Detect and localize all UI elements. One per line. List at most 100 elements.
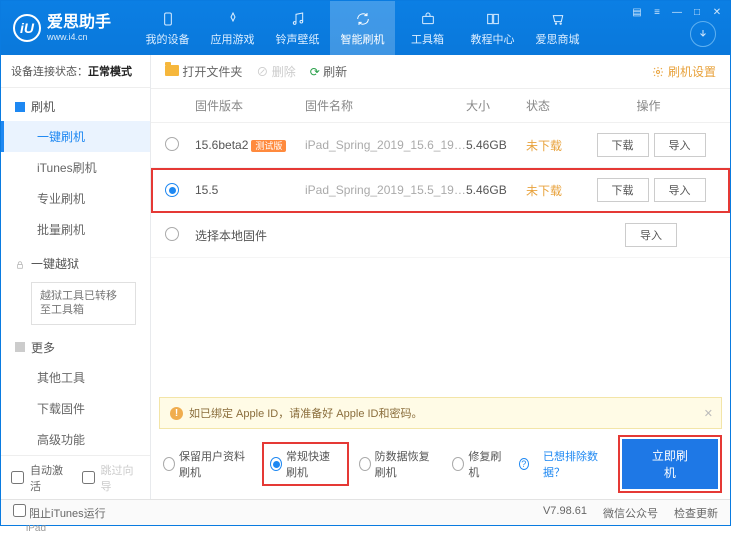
nav-tutorials[interactable]: 教程中心 bbox=[460, 1, 525, 55]
beta-tag: 测试版 bbox=[251, 140, 286, 152]
music-icon bbox=[289, 10, 307, 28]
win-close-icon[interactable]: ✕ bbox=[710, 5, 724, 19]
logo-icon: iU bbox=[13, 14, 41, 42]
open-folder-button[interactable]: 打开文件夹 bbox=[165, 63, 242, 80]
opt-repair[interactable]: 修复刷机 bbox=[452, 448, 504, 480]
local-firmware-label: 选择本地固件 bbox=[195, 227, 331, 244]
window-controls: ▤ ≡ — □ ✕ bbox=[630, 5, 724, 19]
import-button[interactable]: 导入 bbox=[654, 178, 706, 202]
row-radio[interactable] bbox=[165, 227, 179, 241]
win-minimize-icon[interactable]: — bbox=[670, 5, 684, 19]
gear-icon bbox=[652, 66, 664, 78]
download-button[interactable]: 下载 bbox=[597, 133, 649, 157]
nav-ringtones[interactable]: 铃声壁纸 bbox=[265, 1, 330, 55]
info-icon: ! bbox=[170, 407, 183, 420]
start-flash-button[interactable]: 立即刷机 bbox=[622, 439, 718, 489]
nav-flash[interactable]: 智能刷机 bbox=[330, 1, 395, 55]
nav-toolbox[interactable]: 工具箱 bbox=[395, 1, 460, 55]
sidebar-item-batch-flash[interactable]: 批量刷机 bbox=[1, 214, 150, 245]
firmware-name: iPad_Spring_2019_15.5_19F77_Restore.ipsw bbox=[305, 183, 466, 197]
import-button[interactable]: 导入 bbox=[654, 133, 706, 157]
apps-icon bbox=[224, 10, 242, 28]
status-bar: 阻止iTunes运行 V7.98.61 微信公众号 检查更新 bbox=[1, 499, 730, 525]
toolbar: 打开文件夹 ⊘ 删除 ⟳ 刷新 刷机设置 bbox=[151, 55, 730, 89]
radio-icon bbox=[163, 457, 175, 471]
sidebar-item-download-firmware[interactable]: 下载固件 bbox=[1, 393, 150, 424]
table-row-local[interactable]: 选择本地固件 导入 bbox=[151, 213, 730, 258]
row-radio[interactable] bbox=[165, 183, 179, 197]
wechat-link[interactable]: 微信公众号 bbox=[603, 505, 658, 521]
col-ops: 操作 bbox=[581, 97, 716, 114]
win-maximize-icon[interactable]: □ bbox=[690, 5, 704, 19]
table-row[interactable]: 15.6beta2测试版 iPad_Spring_2019_15.6_19G50… bbox=[151, 123, 730, 168]
toolbox-icon bbox=[419, 10, 437, 28]
close-icon[interactable]: ✕ bbox=[704, 407, 713, 420]
nav-my-device[interactable]: 我的设备 bbox=[135, 1, 200, 55]
col-version: 固件版本 bbox=[195, 97, 305, 114]
flash-settings-button[interactable]: 刷机设置 bbox=[652, 63, 716, 80]
exclude-data-link[interactable]: 已想排除数据？ bbox=[543, 448, 608, 480]
firmware-size: 5.46GB bbox=[466, 138, 526, 152]
nav-store[interactable]: 爱思商城 bbox=[525, 1, 590, 55]
skip-guide-checkbox[interactable] bbox=[82, 471, 95, 484]
radio-icon bbox=[452, 457, 464, 471]
auto-activate-checkbox[interactable] bbox=[11, 471, 24, 484]
book-icon bbox=[484, 10, 502, 28]
opt-normal-flash[interactable]: 常规快速刷机 bbox=[266, 446, 345, 482]
delete-button: ⊘ 删除 bbox=[256, 63, 295, 80]
block-itunes-checkbox[interactable] bbox=[13, 504, 26, 517]
win-menu-icon[interactable]: ▤ bbox=[630, 5, 644, 19]
sidebar: 设备连接状态：正常模式 刷机 一键刷机 iTunes刷机 专业刷机 批量刷机 一… bbox=[1, 55, 151, 499]
title-bar: iU 爱思助手 www.i4.cn 我的设备 应用游戏 铃声壁纸 智能刷机 工具… bbox=[1, 1, 730, 55]
sidebar-group-jailbreak: 一键越狱 bbox=[1, 249, 150, 278]
win-skin-icon[interactable]: ≡ bbox=[650, 5, 664, 19]
square-icon bbox=[15, 342, 25, 352]
firmware-status: 未下载 bbox=[526, 182, 581, 199]
lock-icon bbox=[15, 259, 25, 269]
check-update-link[interactable]: 检查更新 bbox=[674, 505, 718, 521]
opt-anti-recovery[interactable]: 防数据恢复刷机 bbox=[359, 448, 439, 480]
main-content: 打开文件夹 ⊘ 删除 ⟳ 刷新 刷机设置 固件版本 固件名称 大小 状态 操作 bbox=[151, 55, 730, 499]
import-button[interactable]: 导入 bbox=[625, 223, 677, 247]
brand-name: 爱思助手 bbox=[47, 13, 111, 32]
connection-status: 设备连接状态：正常模式 bbox=[1, 55, 150, 88]
radio-icon bbox=[359, 457, 371, 471]
sidebar-group-more: 更多 bbox=[1, 333, 150, 362]
col-name: 固件名称 bbox=[305, 97, 466, 114]
download-button[interactable]: 下载 bbox=[597, 178, 649, 202]
sidebar-item-advanced[interactable]: 高级功能 bbox=[1, 424, 150, 455]
square-icon bbox=[15, 102, 25, 112]
sidebar-item-oneclick-flash[interactable]: 一键刷机 bbox=[1, 121, 150, 152]
cart-icon bbox=[549, 10, 567, 28]
sidebar-jailbreak-note: 越狱工具已转移至工具箱 bbox=[31, 282, 136, 325]
firmware-name: iPad_Spring_2019_15.6_19G5037d_Restore.i… bbox=[305, 138, 466, 152]
firmware-size: 5.46GB bbox=[466, 183, 526, 197]
block-itunes-option[interactable]: 阻止iTunes运行 bbox=[13, 504, 106, 521]
help-icon[interactable]: ? bbox=[519, 458, 529, 470]
flash-options: 保留用户资料刷机 常规快速刷机 防数据恢复刷机 修复刷机 ? 已想排除数据？ 立… bbox=[151, 429, 730, 499]
sidebar-item-pro-flash[interactable]: 专业刷机 bbox=[1, 183, 150, 214]
refresh-button[interactable]: ⟳ 刷新 bbox=[310, 63, 347, 80]
folder-icon bbox=[165, 65, 179, 76]
sidebar-footer: 自动激活 跳过向导 bbox=[1, 455, 150, 500]
apple-id-notice: ! 如已绑定 Apple ID，请准备好 Apple ID和密码。 ✕ bbox=[159, 397, 722, 429]
col-status: 状态 bbox=[526, 97, 581, 114]
firmware-status: 未下载 bbox=[526, 137, 581, 154]
download-manager-button[interactable] bbox=[690, 21, 716, 47]
sidebar-item-itunes-flash[interactable]: iTunes刷机 bbox=[1, 152, 150, 183]
nav-apps[interactable]: 应用游戏 bbox=[200, 1, 265, 55]
logo: iU 爱思助手 www.i4.cn bbox=[1, 13, 123, 43]
refresh-icon bbox=[354, 10, 372, 28]
opt-keep-data[interactable]: 保留用户资料刷机 bbox=[163, 448, 252, 480]
refresh-icon: ⟳ bbox=[310, 65, 320, 79]
brand-url: www.i4.cn bbox=[47, 32, 111, 43]
sidebar-item-other-tools[interactable]: 其他工具 bbox=[1, 362, 150, 393]
row-radio[interactable] bbox=[165, 137, 179, 151]
radio-icon bbox=[270, 457, 282, 471]
col-size: 大小 bbox=[466, 97, 526, 114]
version-label: V7.98.61 bbox=[543, 505, 587, 521]
table-header: 固件版本 固件名称 大小 状态 操作 bbox=[151, 89, 730, 123]
sidebar-group-flash: 刷机 bbox=[1, 92, 150, 121]
phone-icon bbox=[159, 10, 177, 28]
table-row[interactable]: 15.5 iPad_Spring_2019_15.5_19F77_Restore… bbox=[151, 168, 730, 213]
